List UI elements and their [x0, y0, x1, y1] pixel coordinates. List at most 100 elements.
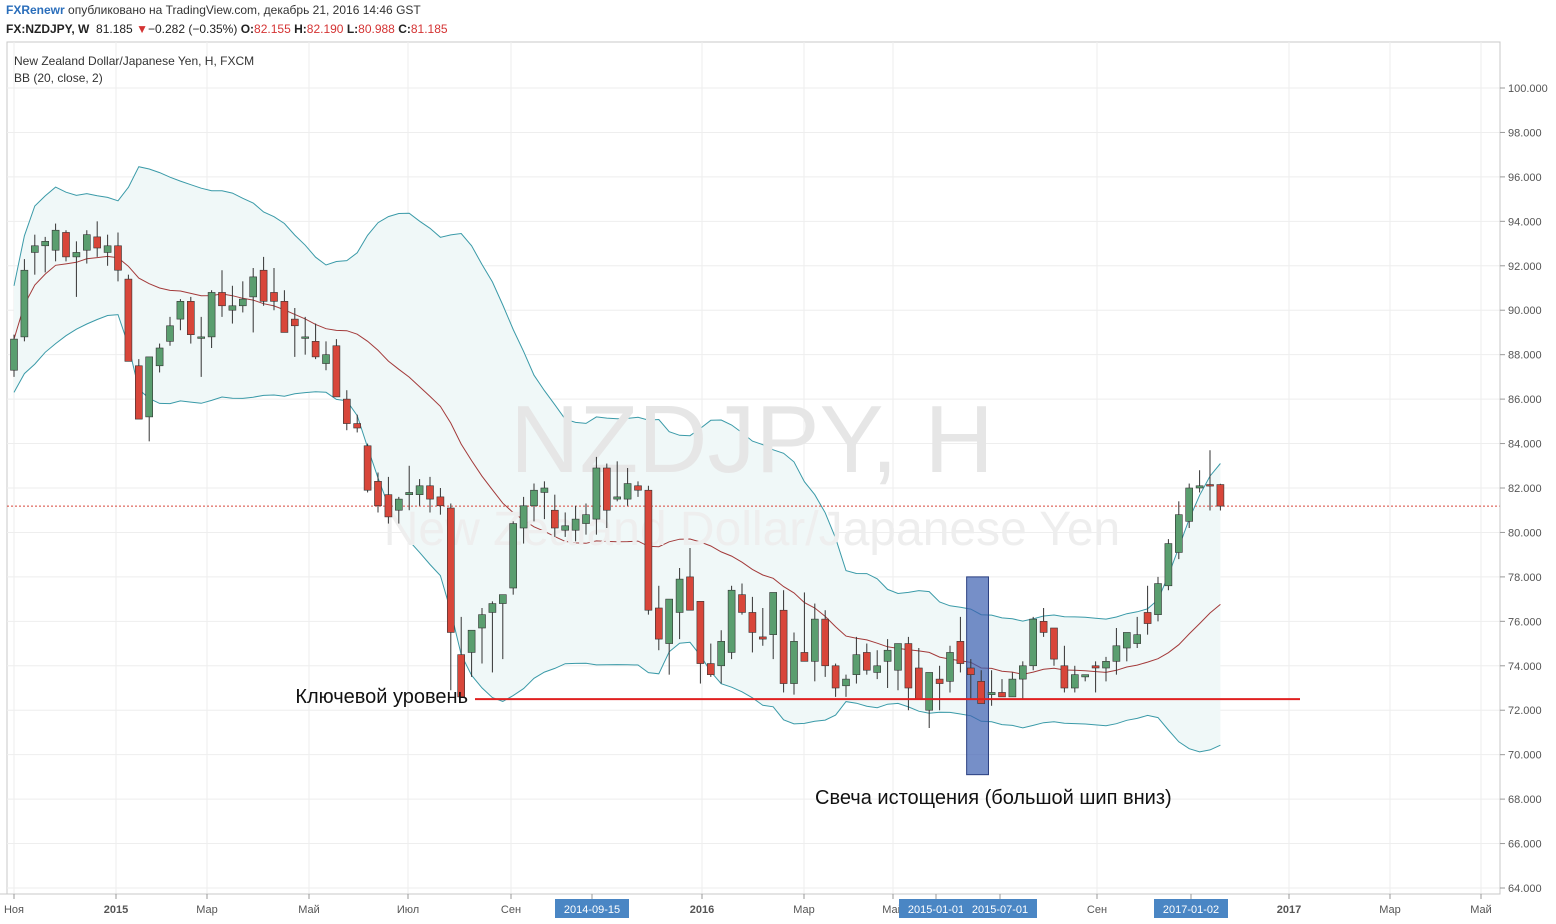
candle-body — [748, 612, 757, 633]
candle-body — [1081, 674, 1089, 678]
candle — [1029, 616, 1037, 671]
candle — [727, 585, 736, 660]
candle-body — [363, 445, 372, 491]
time-axis[interactable]: Ноя 2015 Мар Май Июл Сен 2014-09-15 2016 Мар Май 2… — [0, 893, 1500, 924]
candle-body — [571, 518, 580, 531]
candle-body — [1175, 514, 1183, 553]
price-tick-label: 78.000 — [1508, 572, 1542, 584]
candle-body — [114, 245, 122, 271]
candle-body — [342, 398, 351, 424]
price-tick-label: 64.000 — [1508, 883, 1542, 895]
candle-body — [1164, 543, 1173, 587]
candle-body — [738, 594, 746, 613]
candle-body — [810, 618, 819, 662]
candle-body — [821, 618, 830, 667]
time-tick-label: Май — [1470, 904, 1492, 916]
candle-body — [155, 347, 164, 367]
candle-body — [686, 576, 694, 611]
candle-body — [1185, 487, 1193, 522]
time-tick-label: 2015-07-01 — [972, 904, 1028, 916]
price-chart[interactable]: NZDJPY, H New Zealand Dollar/Japanese Ye… — [0, 0, 1556, 924]
price-tick-label: 84.000 — [1508, 439, 1542, 451]
candle-body — [311, 341, 320, 358]
candle-body — [1060, 665, 1069, 689]
candle-body — [322, 354, 330, 364]
candle — [124, 274, 133, 362]
candle — [135, 359, 143, 420]
candle-body — [883, 649, 892, 662]
time-tick-label: Ноя — [4, 904, 24, 916]
candle-body — [332, 345, 341, 398]
candle-body — [800, 652, 809, 662]
candle-body — [124, 278, 133, 362]
candle-body — [998, 692, 1006, 698]
price-tick-label: 80.000 — [1508, 527, 1542, 539]
candle-body — [956, 641, 965, 664]
candle-body — [1050, 627, 1058, 660]
candle-body — [20, 269, 29, 338]
candle-body — [894, 643, 902, 671]
watermark-symbol: NZDJPY, H — [510, 386, 994, 493]
candle-body — [540, 487, 549, 493]
time-tick-label: 2017-01-02 — [1163, 904, 1219, 916]
candle-body — [10, 338, 18, 371]
candle-body — [987, 692, 996, 695]
candle-body — [290, 318, 299, 327]
candle-body — [519, 505, 528, 529]
candle-body — [1008, 678, 1017, 698]
time-tick-label: 2017 — [1277, 904, 1301, 916]
candle — [1185, 483, 1193, 528]
candle-body — [914, 667, 923, 700]
candle-body — [218, 292, 226, 307]
candle-body — [1071, 674, 1079, 689]
price-tick-label: 98.000 — [1508, 127, 1542, 139]
candle-body — [353, 423, 362, 429]
candle-body — [665, 598, 674, 644]
price-tick-label: 74.000 — [1508, 661, 1542, 673]
candle-body — [831, 665, 840, 689]
candle-body — [1143, 612, 1152, 624]
candle-body — [384, 494, 393, 518]
candle-body — [946, 652, 954, 682]
time-tick-label: 2016 — [690, 904, 714, 916]
candle-body — [758, 636, 767, 640]
candle-body — [1112, 645, 1121, 662]
time-tick-label: Июл — [397, 904, 419, 916]
price-tick-label: 92.000 — [1508, 261, 1542, 273]
candle-body — [426, 485, 434, 500]
price-tick-label: 90.000 — [1508, 305, 1542, 317]
candle-body — [51, 229, 60, 251]
legend-title: New Zealand Dollar/Japanese Yen, H, FXCM — [14, 54, 254, 68]
candle — [363, 443, 372, 493]
time-axis-bg — [0, 895, 1500, 924]
candle-body — [1154, 583, 1162, 615]
price-tick-label: 76.000 — [1508, 616, 1542, 628]
price-axis[interactable]: 100.000 98.000 96.000 94.000 92.000 90.000 88.… — [1500, 83, 1548, 895]
price-tick-label: 100.000 — [1508, 83, 1548, 95]
candle-body — [1029, 618, 1037, 667]
price-tick-label: 94.000 — [1508, 216, 1542, 228]
candle-body — [239, 298, 247, 307]
candle-body — [374, 481, 382, 507]
time-tick-label: Сен — [1087, 904, 1107, 916]
candle-body — [135, 365, 143, 420]
candle-body — [249, 276, 257, 298]
candle-body — [259, 269, 268, 302]
candle-body — [1206, 484, 1214, 487]
candle — [644, 485, 653, 615]
candle-body — [145, 356, 153, 418]
candle-body — [779, 609, 788, 684]
candle-body — [394, 498, 403, 511]
candle-body — [207, 292, 216, 338]
candle-body — [696, 601, 705, 664]
time-tick-label: Мар — [1379, 904, 1401, 916]
candle — [1154, 576, 1162, 622]
indicator-label: BB (20, close, 2) — [14, 71, 103, 85]
candle-body — [935, 678, 944, 684]
candle-body — [467, 629, 476, 653]
candle-body — [478, 614, 486, 629]
candle-body — [613, 496, 622, 500]
candle-body — [103, 245, 112, 253]
candle-body — [72, 252, 81, 258]
candle-body — [769, 592, 778, 635]
